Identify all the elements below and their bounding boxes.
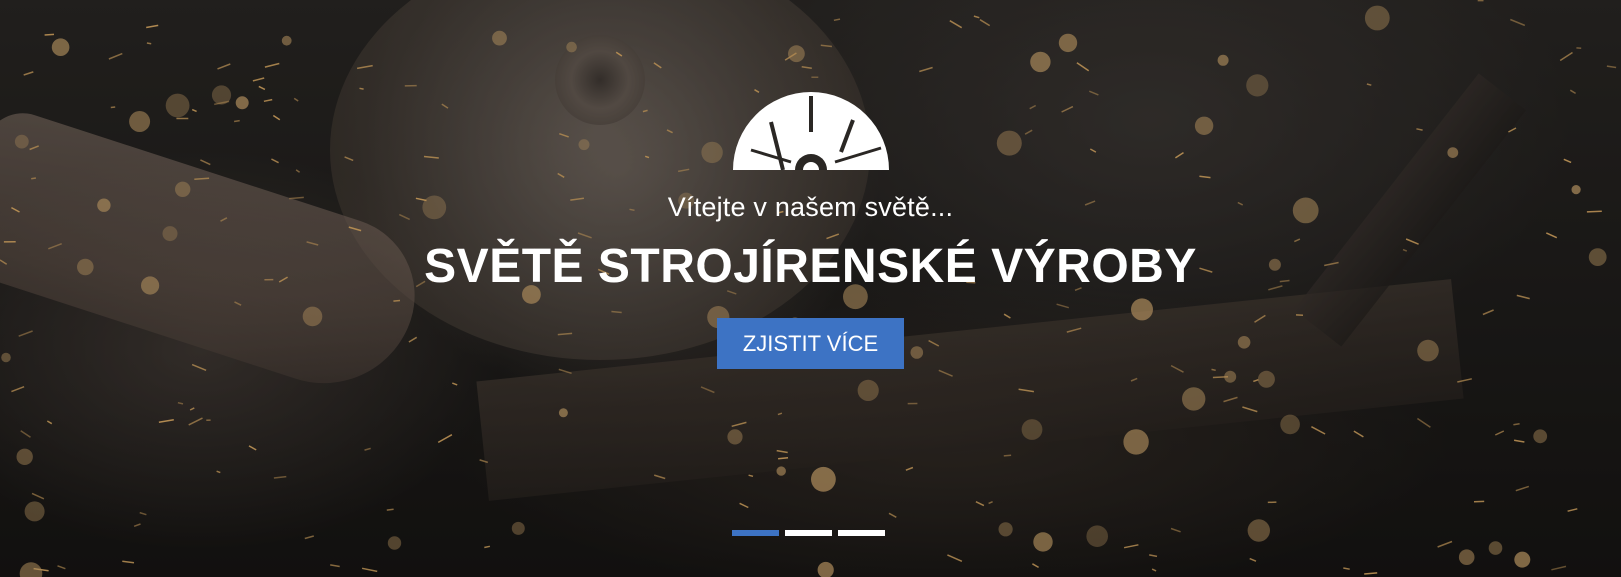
learn-more-button[interactable]: ZJISTIT VÍCE [717, 318, 904, 369]
hero-title: SVĚTĚ STROJÍRENSKÉ VÝROBY [424, 240, 1197, 293]
slide-indicator-1[interactable] [732, 530, 779, 536]
hero-content: Vítejte v našem světě... SVĚTĚ STROJÍREN… [0, 92, 1621, 369]
hero-subtitle: Vítejte v našem světě... [667, 192, 954, 222]
slide-indicator-3[interactable] [838, 530, 885, 536]
saw-blade-logo-icon [732, 92, 889, 170]
slide-indicator-2[interactable] [785, 530, 832, 536]
slider-indicators [732, 530, 885, 536]
hero-slider: Vítejte v našem světě... SVĚTĚ STROJÍREN… [0, 0, 1621, 577]
